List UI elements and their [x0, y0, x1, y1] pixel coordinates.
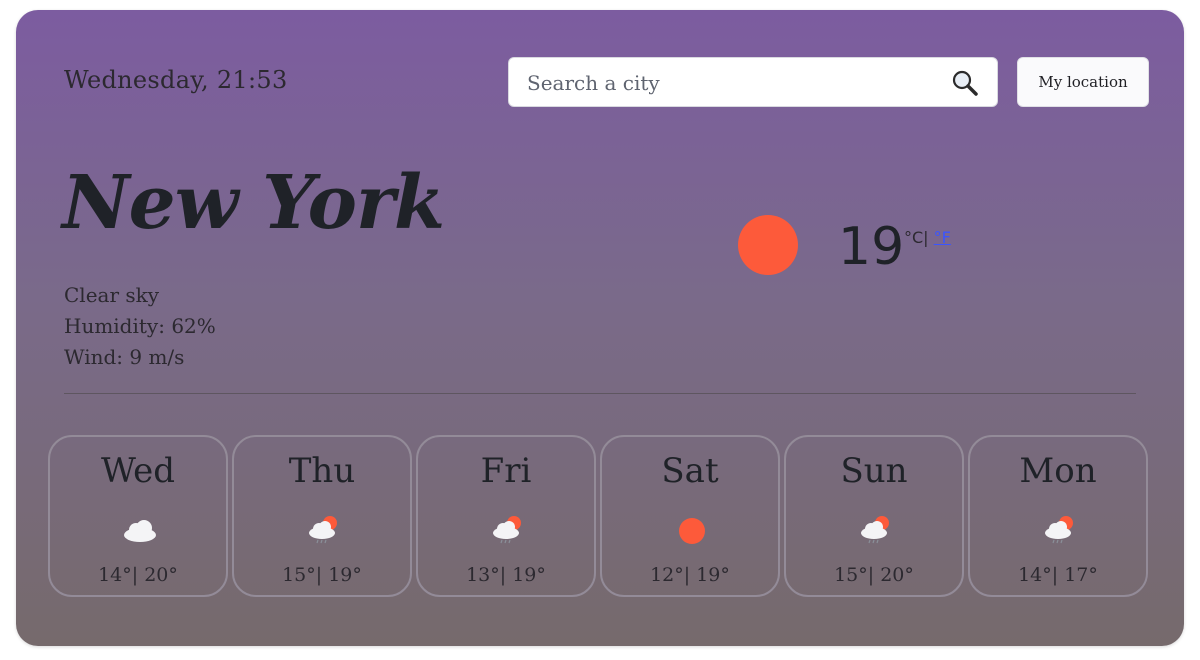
- city-name: New York: [62, 160, 445, 246]
- current-datetime: Wednesday, 21:53: [64, 66, 288, 94]
- search-box: [508, 57, 998, 108]
- condition-text: Clear sky: [64, 283, 160, 307]
- unit-switch: °C| °F: [904, 228, 951, 247]
- forecast-temps: 15°| 20°: [834, 564, 914, 586]
- forecast-day-name: Wed: [100, 451, 176, 491]
- unit-fahrenheit-link[interactable]: °F: [934, 228, 951, 247]
- forecast-temps: 12°| 19°: [650, 564, 730, 586]
- magnifier-icon[interactable]: [951, 69, 979, 97]
- forecast-temps: 15°| 19°: [282, 564, 362, 586]
- humidity-text: Humidity: 62%: [64, 314, 216, 338]
- unit-celsius[interactable]: °C: [904, 228, 923, 247]
- forecast-day: Sat 12°| 19°: [600, 435, 780, 597]
- forecast-temps: 14°| 17°: [1018, 564, 1098, 586]
- forecast-day: Thu 15°| 19°: [232, 435, 412, 597]
- forecast-day-name: Sun: [840, 451, 908, 491]
- forecast-row: Wed 14°| 20° Thu 15°| 19° Fri 13°| 19° S…: [48, 435, 1152, 599]
- my-location-button[interactable]: My location: [1017, 57, 1149, 107]
- divider: [64, 393, 1136, 394]
- forecast-day-name: Mon: [1019, 451, 1097, 491]
- current-temperature: 19: [838, 217, 905, 277]
- forecast-temps: 14°| 20°: [98, 564, 178, 586]
- forecast-day: Wed 14°| 20°: [48, 435, 228, 597]
- sun-cloud-rain-icon: [1042, 513, 1078, 545]
- cloud-icon: [122, 513, 158, 545]
- forecast-day-name: Sat: [661, 451, 719, 491]
- sun-cloud-rain-icon: [306, 513, 342, 545]
- unit-separator: |: [923, 228, 929, 247]
- weather-card: Wednesday, 21:53 My location New York Cl…: [16, 10, 1184, 646]
- wind-text: Wind: 9 m/s: [64, 345, 185, 369]
- sun-icon: [674, 513, 710, 545]
- sun-cloud-rain-icon: [490, 513, 526, 545]
- forecast-day-name: Fri: [480, 451, 532, 491]
- forecast-day: Fri 13°| 19°: [416, 435, 596, 597]
- forecast-day-name: Thu: [288, 451, 356, 491]
- sun-cloud-rain-icon: [858, 513, 894, 545]
- sun-icon: [738, 215, 798, 275]
- search-input[interactable]: [525, 58, 949, 108]
- weather-details: Clear sky Humidity: 62% Wind: 9 m/s: [64, 280, 216, 373]
- forecast-temps: 13°| 19°: [466, 564, 546, 586]
- forecast-day: Sun 15°| 20°: [784, 435, 964, 597]
- forecast-day: Mon 14°| 17°: [968, 435, 1148, 597]
